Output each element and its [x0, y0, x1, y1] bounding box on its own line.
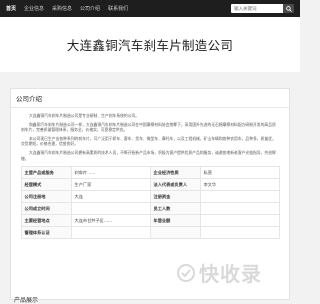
info-label: 法人代表或负责人 — [149, 178, 201, 192]
watermark-logo-icon — [177, 263, 195, 282]
info-label: 管理体系认证 — [20, 226, 72, 240]
info-label: 主营产品或服务 — [20, 166, 72, 180]
intro-text: 大连鑫铜汽车刹车片制造公司是专业研制、生产刹车系统的公司。 和鑫铜汽车刹车片制造… — [11, 108, 289, 162]
info-label: 注册资金 — [149, 190, 201, 204]
info-label: 员工人数 — [149, 202, 201, 216]
nav-item-purchase-info[interactable]: 采购信息 — [52, 5, 72, 12]
main-nav: 首页 企业信息 采购信息 公司介绍 联系我们 — [6, 5, 231, 12]
table-row: 公司成立时间 员工人数 — [20, 202, 280, 216]
info-label: 年营业额 — [149, 214, 201, 228]
search-input[interactable] — [231, 4, 283, 13]
header-banner: 大连鑫铜汽车刹车片制造公司 — [0, 17, 300, 72]
intro-paragraph: 和鑫铜汽车刹车片制造公司一样，大连鑫铜汽车刹车片制造公司在中国摩擦材料协会统筹下… — [21, 122, 276, 133]
company-info-table: 主营产品或服务 刹车片…… 企业经济性质 私营 经营模式 生产厂家 法人代表或负… — [20, 166, 280, 240]
table-row: 主营产品或服务 刹车片…… 企业经济性质 私营 — [20, 166, 280, 180]
intro-paragraph: 大连鑫铜汽车刹车片制造公司是专业研制、生产刹车系统的公司。 — [29, 114, 140, 118]
info-value: 私营 — [199, 166, 280, 180]
info-label: 主要经营地点 — [20, 214, 72, 228]
nav-item-company-info[interactable]: 企业信息 — [24, 5, 44, 12]
info-value: 生产厂家 — [70, 178, 151, 192]
info-label: 企业经济性质 — [149, 166, 201, 180]
info-label: 公司成立时间 — [20, 202, 72, 216]
info-value — [199, 190, 280, 204]
info-value — [70, 202, 151, 216]
info-value — [70, 226, 151, 240]
info-value — [199, 202, 280, 216]
nav-item-about[interactable]: 公司介绍 — [80, 5, 100, 12]
info-value: 大连市甘井子区…… — [70, 214, 151, 228]
info-value: 大连 — [70, 190, 151, 204]
table-row: 公司注册地 大连 注册资金 — [20, 190, 280, 204]
info-label: 经营模式 — [20, 178, 72, 192]
table-row: 管理体系认证 — [20, 226, 280, 240]
info-value: 李文华 — [199, 178, 280, 192]
table-row: 经营模式 生产厂家 法人代表或负责人 李文华 — [20, 178, 280, 192]
top-navbar: 首页 企业信息 采购信息 公司介绍 联系我们 — [0, 0, 300, 17]
nav-item-home[interactable]: 首页 — [6, 5, 16, 12]
intro-paragraph: 大连鑫铜汽车刹车片制造公司拥有高素质的技术人员，不断开拓新产品市场，积极为客户提… — [21, 150, 276, 161]
page-title: 大连鑫铜汽车刹车片制造公司 — [66, 39, 234, 53]
info-value — [199, 214, 280, 228]
intro-paragraph: 本公司现已生产出各种系列的刹车片，可广泛用于轿车、客车、货车、微型车、摩托车，以… — [21, 136, 276, 147]
search-box — [231, 4, 294, 13]
info-label: 公司注册地 — [20, 190, 72, 204]
watermark-text: 快收录 — [199, 264, 262, 286]
table-row: 主要经营地点 大连市甘井子区…… 年营业额 — [20, 214, 280, 228]
watermark: 快收录 — [176, 258, 262, 287]
search-button[interactable] — [283, 4, 294, 13]
section-title: 公司介绍 — [16, 96, 42, 103]
section-header: 公司介绍 — [11, 89, 289, 108]
info-value: 刹车片…… — [70, 166, 151, 180]
nav-item-contact[interactable]: 联系我们 — [108, 5, 128, 12]
info-label — [149, 226, 201, 240]
search-icon — [285, 5, 292, 12]
info-value — [199, 226, 280, 240]
